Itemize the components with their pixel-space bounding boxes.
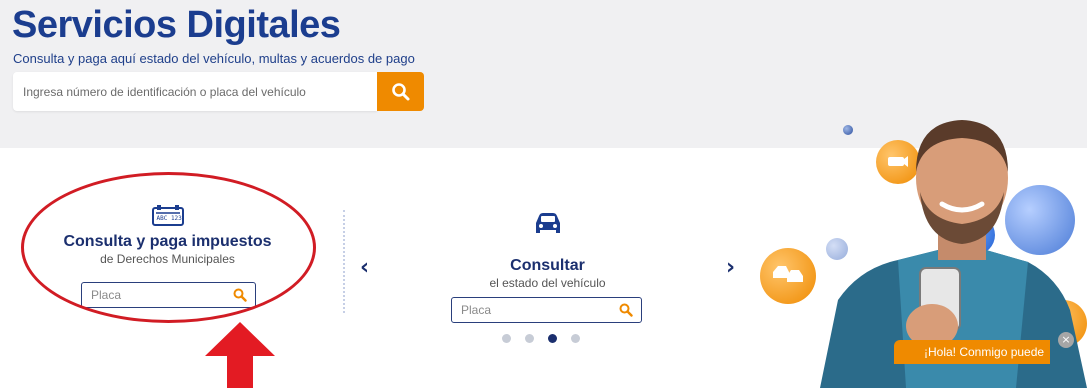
consultar-panel: Consultar el estado del vehículo	[420, 212, 675, 290]
search-icon[interactable]	[619, 303, 633, 317]
carousel-dot[interactable]	[571, 334, 580, 343]
consultar-plate-input[interactable]	[452, 298, 592, 322]
annotation-ellipse	[21, 172, 316, 323]
consultar-title: Consultar	[510, 257, 585, 274]
carousel-next-arrow[interactable]: ›	[726, 255, 735, 280]
panel-divider	[343, 210, 345, 313]
chat-close-button[interactable]: ×	[1058, 332, 1074, 348]
consultar-subtitle: el estado del vehículo	[489, 276, 606, 290]
main-search-field[interactable]	[13, 72, 377, 111]
page-subtitle: Consulta y paga aquí estado del vehículo…	[13, 51, 415, 66]
carousel-prev-arrow[interactable]: ‹	[360, 255, 369, 280]
main-search-button[interactable]	[377, 72, 424, 111]
carousel-dot[interactable]	[525, 334, 534, 343]
car-icon	[535, 213, 560, 233]
search-icon	[391, 82, 409, 100]
main-search-input[interactable]	[13, 72, 377, 111]
page: Servicios Digitales Consulta y paga aquí…	[0, 0, 1087, 388]
carousel-dots	[502, 334, 580, 343]
carousel-dot[interactable]	[502, 334, 511, 343]
car-crash-icon	[773, 266, 803, 282]
page-title: Servicios Digitales	[12, 4, 341, 46]
annotation-arrow	[205, 322, 275, 388]
chat-widget-tab[interactable]: ¡Hola! Conmigo puede	[894, 340, 1050, 364]
consultar-plate-field[interactable]	[451, 297, 642, 323]
carousel-dot-active[interactable]	[548, 334, 557, 343]
